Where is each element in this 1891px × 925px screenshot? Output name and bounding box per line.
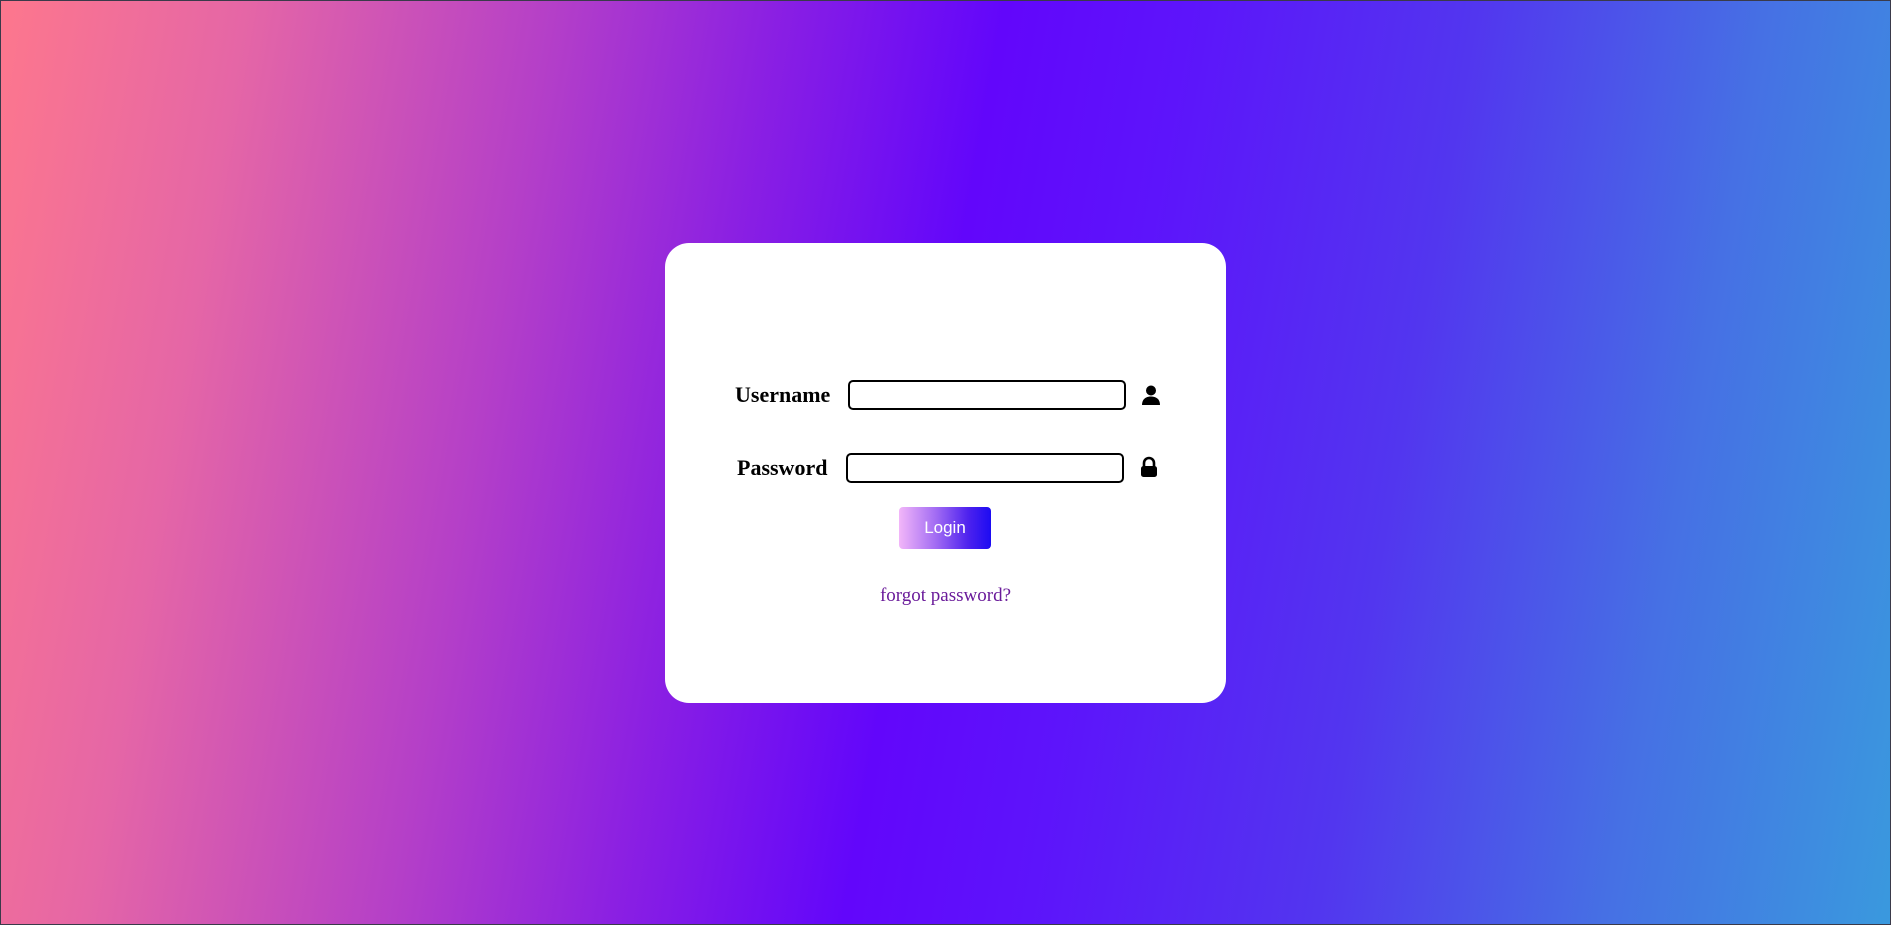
login-button[interactable]: Login (899, 507, 991, 549)
password-input[interactable] (846, 453, 1124, 483)
forgot-password-link[interactable]: forgot password? (665, 585, 1226, 607)
username-label: Username (735, 382, 831, 407)
user-icon (1140, 384, 1162, 406)
page-background: Username Password Login forgot password? (0, 0, 1891, 925)
login-card: Username Password Login forgot password? (665, 243, 1226, 703)
password-row: Password (737, 452, 1157, 484)
lock-icon (1138, 456, 1160, 478)
username-input[interactable] (848, 380, 1126, 410)
username-row: Username (735, 379, 1160, 411)
password-label: Password (737, 455, 828, 480)
